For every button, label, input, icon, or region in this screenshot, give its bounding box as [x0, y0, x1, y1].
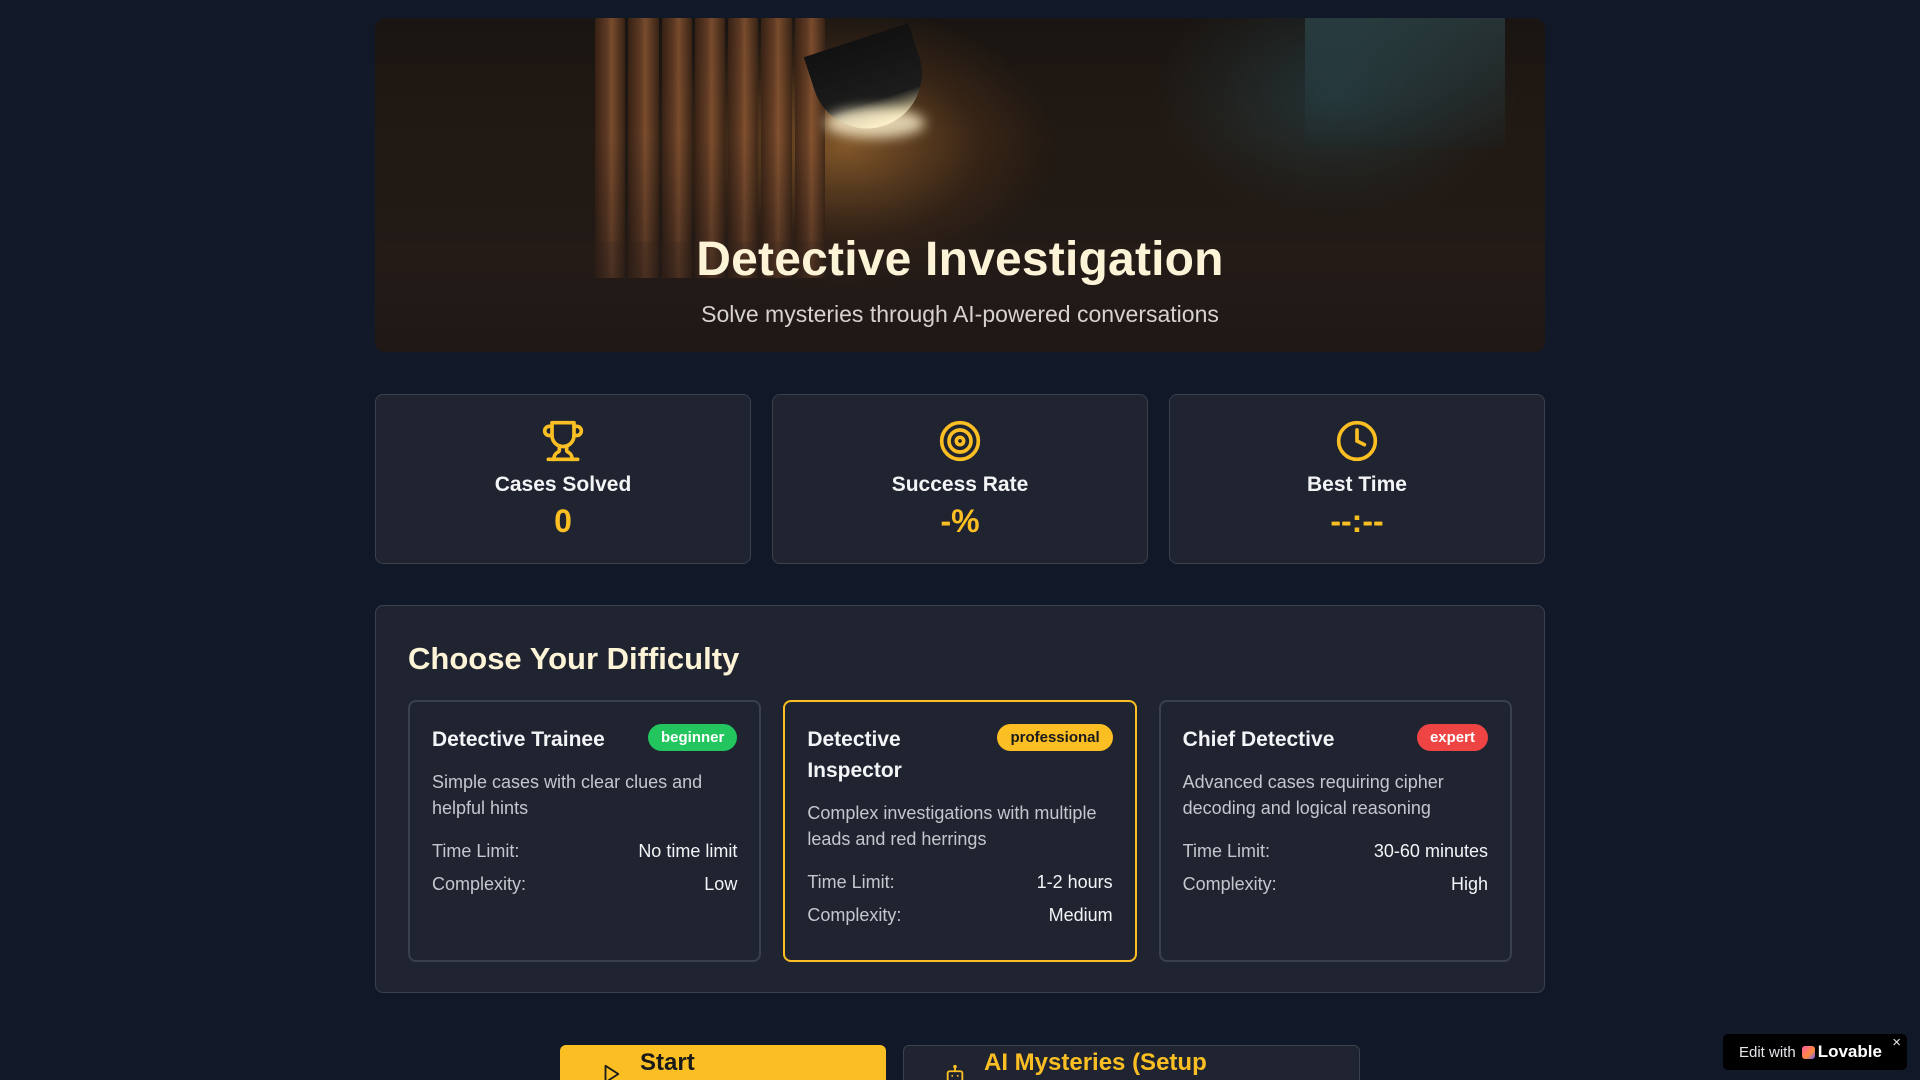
difficulty-badge: beginner	[647, 724, 738, 751]
hero-text: Detective Investigation Solve mysteries …	[375, 232, 1545, 328]
ai-mysteries-button[interactable]: AI Mysteries (Setup Required)	[903, 1045, 1360, 1080]
time-limit-label: Time Limit:	[807, 872, 895, 892]
difficulty-panel: Choose Your Difficulty Detective Trainee…	[375, 605, 1545, 993]
lovable-logo: Lovable	[1801, 1042, 1882, 1062]
stat-label: Success Rate	[891, 473, 1029, 496]
complexity-row: Complexity: Low	[432, 874, 737, 895]
difficulty-card-inspector[interactable]: Detective Inspector professional Complex…	[783, 700, 1137, 962]
difficulty-name: Chief Detective	[1182, 728, 1335, 751]
ai-mysteries-label: AI Mysteries (Setup Required)	[984, 1049, 1207, 1080]
start-investigation-label: Start Investigation	[640, 1049, 788, 1080]
trophy-icon	[376, 419, 750, 463]
time-limit-value: No time limit	[638, 841, 738, 861]
complexity-label: Complexity:	[807, 905, 902, 925]
stat-value: -%	[940, 503, 980, 539]
page-title: Detective Investigation	[696, 233, 1224, 286]
time-limit-row: Time Limit: 1-2 hours	[807, 872, 1112, 893]
time-limit-value: 30-60 minutes	[1373, 841, 1488, 861]
close-icon[interactable]: ×	[1892, 1034, 1901, 1051]
complexity-row: Complexity: High	[1183, 874, 1488, 895]
lovable-heart-icon	[1801, 1045, 1815, 1059]
difficulty-card-trainee[interactable]: Detective Trainee beginner Simple cases …	[408, 700, 762, 962]
stat-label: Best Time	[1307, 473, 1407, 496]
time-limit-row: Time Limit: 30-60 minutes	[1183, 841, 1488, 862]
difficulty-card-chief[interactable]: Chief Detective expert Advanced cases re…	[1158, 700, 1512, 962]
difficulty-description: Complex investigations with multiple lea…	[807, 803, 1097, 849]
complexity-row: Complexity: Medium	[807, 905, 1112, 926]
difficulty-name: Detective Trainee	[432, 728, 605, 751]
play-icon	[600, 1063, 622, 1080]
stat-value: 0	[554, 503, 572, 539]
stat-card-success-rate: Success Rate -%	[772, 394, 1148, 564]
stat-card-cases-solved: Cases Solved 0	[375, 394, 751, 564]
clock-icon	[1170, 419, 1544, 463]
complexity-label: Complexity:	[1182, 874, 1277, 894]
stat-card-best-time: Best Time --:--	[1169, 394, 1545, 564]
time-limit-value: 1-2 hours	[1036, 872, 1113, 892]
complexity-value: High	[1450, 874, 1488, 894]
difficulty-description: Advanced cases requiring cipher decoding…	[1182, 772, 1444, 818]
stat-label: Cases Solved	[494, 473, 632, 496]
stats-row: Cases Solved 0 Success Rate -% Best Time…	[375, 394, 1545, 564]
difficulty-title: Choose Your Difficulty	[408, 641, 740, 676]
time-limit-row: Time Limit: No time limit	[432, 841, 737, 862]
main-container: Detective Investigation Solve mysteries …	[375, 18, 1545, 1080]
hero-banner: Detective Investigation Solve mysteries …	[375, 18, 1545, 352]
difficulty-description: Simple cases with clear clues and helpfu…	[432, 772, 703, 818]
lovable-brand-name: Lovable	[1817, 1042, 1882, 1061]
difficulty-options: Detective Trainee beginner Simple cases …	[408, 700, 1512, 962]
lovable-prefix: Edit with	[1739, 1043, 1796, 1061]
start-investigation-button[interactable]: Start Investigation	[560, 1045, 886, 1080]
stat-value: --:--	[1330, 503, 1384, 539]
difficulty-badge: professional	[997, 724, 1113, 751]
complexity-value: Medium	[1048, 905, 1113, 925]
time-limit-label: Time Limit:	[1182, 841, 1270, 861]
difficulty-name: Detective Inspector	[807, 728, 902, 782]
complexity-label: Complexity:	[432, 874, 527, 894]
bot-icon	[944, 1063, 966, 1080]
target-icon	[773, 419, 1147, 463]
difficulty-badge: expert	[1416, 724, 1488, 751]
complexity-value: Low	[704, 874, 738, 894]
edit-with-lovable-badge[interactable]: Edit with Lovable ×	[1723, 1034, 1907, 1070]
action-buttons: Start Investigation AI Mysteries (Setup …	[560, 1045, 1360, 1080]
page-subtitle: Solve mysteries through AI-powered conve…	[701, 301, 1219, 327]
time-limit-label: Time Limit:	[432, 841, 520, 861]
page: Detective Investigation Solve mysteries …	[0, 0, 1920, 1080]
